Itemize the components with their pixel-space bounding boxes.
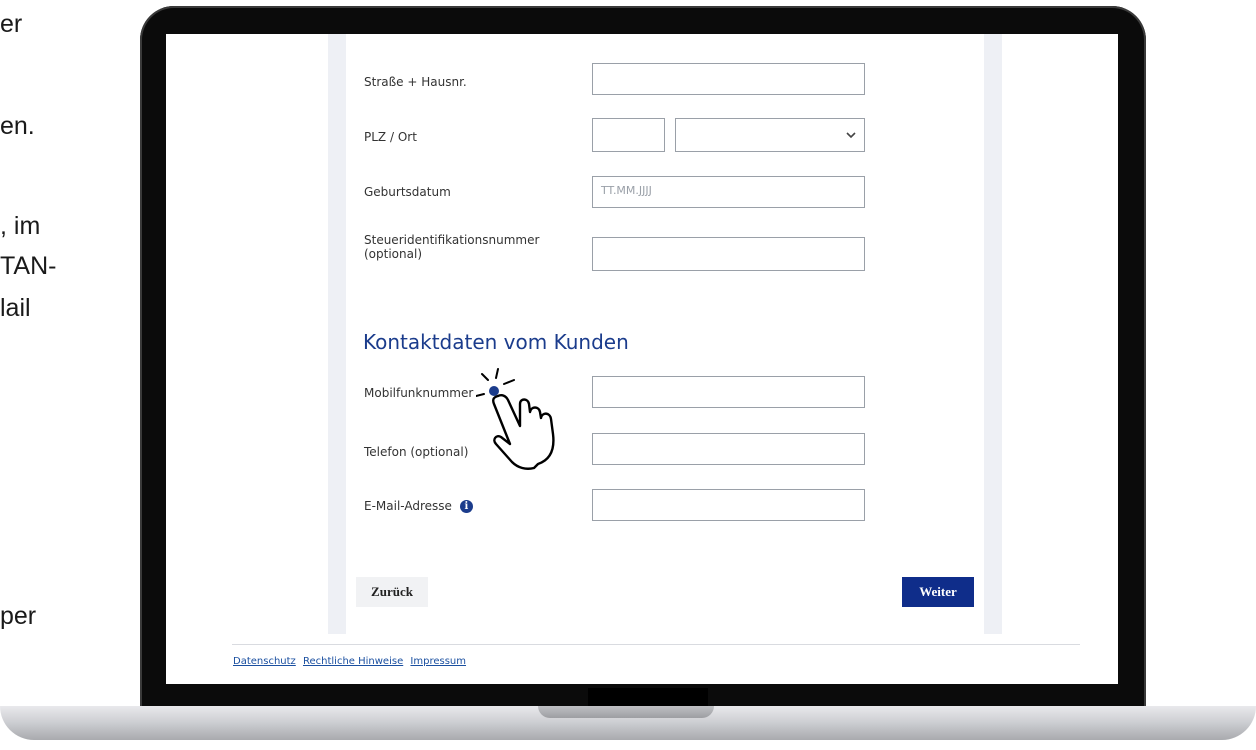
footer-link-rechtliche-hinweise[interactable]: Rechtliche Hinweise — [303, 656, 403, 667]
laptop-screen: Straße + Hausnr. PLZ / Ort Geburtsdatum … — [166, 34, 1118, 684]
footer-divider — [232, 644, 1080, 645]
info-icon[interactable]: i — [459, 500, 473, 513]
footer-links: Datenschutz Rechtliche Hinweise Impressu… — [233, 656, 470, 667]
taxid-label-line2: (optional) — [364, 247, 422, 261]
pointing-hand-icon — [476, 368, 555, 470]
chevron-down-icon — [846, 132, 856, 139]
footer-link-datenschutz[interactable]: Datenschutz — [233, 656, 296, 667]
laptop-base-notch — [538, 706, 714, 718]
birthdate-input[interactable]: TT.MM.JJJJ — [592, 176, 865, 208]
contact-section-title: Kontaktdaten vom Kunden — [363, 330, 629, 354]
birthdate-label: Geburtsdatum — [364, 185, 451, 199]
side-text-4: TAN- — [0, 252, 57, 280]
footer-link-impressum[interactable]: Impressum — [410, 656, 466, 667]
taxid-label: Steueridentifikationsnummer (optional) — [364, 233, 539, 261]
email-label: E-Mail-Adresse — [364, 499, 452, 513]
plz-input[interactable] — [592, 118, 665, 152]
mobile-input[interactable] — [592, 376, 865, 408]
birthdate-placeholder: TT.MM.JJJJ — [601, 184, 652, 197]
next-button[interactable]: Weiter — [902, 577, 974, 607]
side-text-3: , im — [0, 212, 41, 240]
side-text-2: en. — [0, 112, 35, 140]
laptop-hinge-block — [588, 688, 708, 706]
plz-ort-label: PLZ / Ort — [364, 130, 417, 144]
mobile-label: Mobilfunknummer — [364, 386, 474, 400]
email-input[interactable] — [592, 489, 865, 521]
taxid-label-line1: Steueridentifikationsnummer — [364, 233, 540, 247]
back-button[interactable]: Zurück — [356, 577, 428, 607]
street-label: Straße + Hausnr. — [364, 75, 467, 89]
email-label-row: E-Mail-Adresse i — [364, 499, 473, 513]
ort-select[interactable] — [675, 118, 865, 152]
phone-input[interactable] — [592, 433, 865, 465]
side-text-5: lail — [0, 294, 31, 322]
street-input[interactable] — [592, 63, 865, 95]
taxid-input[interactable] — [592, 237, 865, 271]
phone-label: Telefon (optional) — [364, 445, 469, 459]
side-text-6: per — [0, 602, 37, 630]
side-text-1: er — [0, 10, 23, 38]
